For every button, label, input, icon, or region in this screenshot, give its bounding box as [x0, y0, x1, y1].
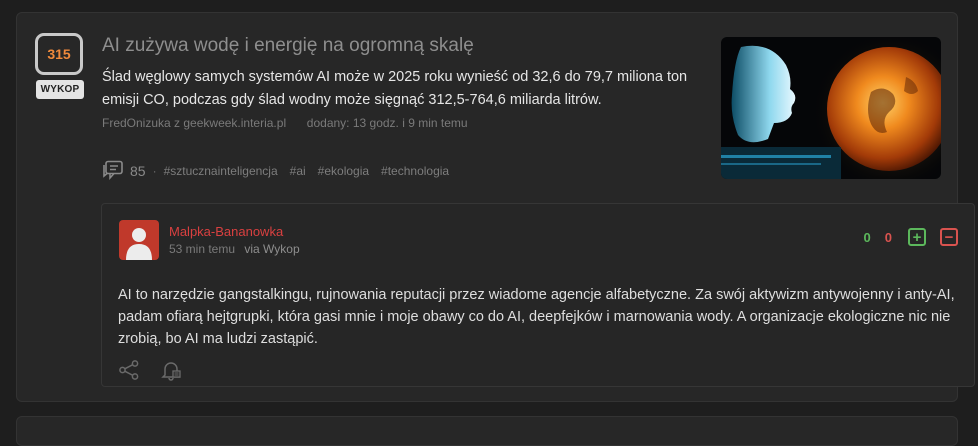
link-footer: 85 · #sztucznainteligencja #ai #ekologia… [102, 160, 461, 182]
link-meta: FredOnizuka z geekweek.interia.pl dodany… [102, 116, 468, 130]
comment-time: 53 min temu [169, 242, 236, 256]
link-thumbnail[interactable] [721, 37, 941, 179]
tag-technologia[interactable]: #technologia [381, 164, 449, 178]
comments-icon[interactable] [102, 160, 124, 183]
link-description: Ślad węglowy samych systemów AI może w 2… [102, 69, 688, 108]
comment-text: AI to narzędzie gangstalkingu, rujnowani… [118, 287, 955, 347]
link-added-time: dodany: 13 godz. i 9 min temu [306, 116, 468, 130]
comment-votes: 0 0 + − [864, 228, 958, 246]
link-source[interactable]: z geekweek.interia.pl [174, 116, 286, 130]
tag-sztucznainteligencja[interactable]: #sztucznainteligencja [164, 164, 278, 178]
share-icon[interactable] [118, 359, 140, 386]
tag-ai[interactable]: #ai [290, 164, 306, 178]
digg-count: 315 [35, 33, 83, 75]
vote-up-count: 0 [863, 229, 871, 245]
minus-icon[interactable]: − [940, 228, 958, 246]
link-card: 315 WYKOP AI zużywa wodę i energię na og… [16, 12, 975, 402]
link-author[interactable]: FredOnizuka [102, 116, 171, 130]
wykop-button[interactable]: WYKOP [36, 80, 84, 99]
thumbnail-image [721, 37, 941, 179]
avatar[interactable] [119, 220, 159, 260]
default-avatar-icon [119, 220, 159, 260]
digg-count-value: 315 [47, 46, 71, 62]
comment-author[interactable]: Malpka-Bananowka [169, 224, 283, 239]
vote-down-count: 0 [884, 229, 892, 245]
wykop-button-label: WYKOP [40, 84, 80, 95]
plus-icon[interactable]: + [908, 228, 926, 246]
comment-card: Malpka-Bananowka 53 min temu via Wykop 0… [101, 203, 975, 387]
comment-count[interactable]: 85 [130, 163, 146, 179]
comment-actions [118, 359, 202, 386]
tag-ekologia[interactable]: #ekologia [318, 164, 369, 178]
comment-via: via Wykop [244, 242, 300, 256]
next-link-card [16, 416, 958, 446]
bell-icon[interactable] [160, 359, 182, 386]
link-title[interactable]: AI zużywa wodę i energię na ogromną skal… [102, 35, 702, 57]
separator-dot: · [152, 164, 157, 178]
comment-meta: 53 min temu via Wykop [169, 242, 300, 256]
